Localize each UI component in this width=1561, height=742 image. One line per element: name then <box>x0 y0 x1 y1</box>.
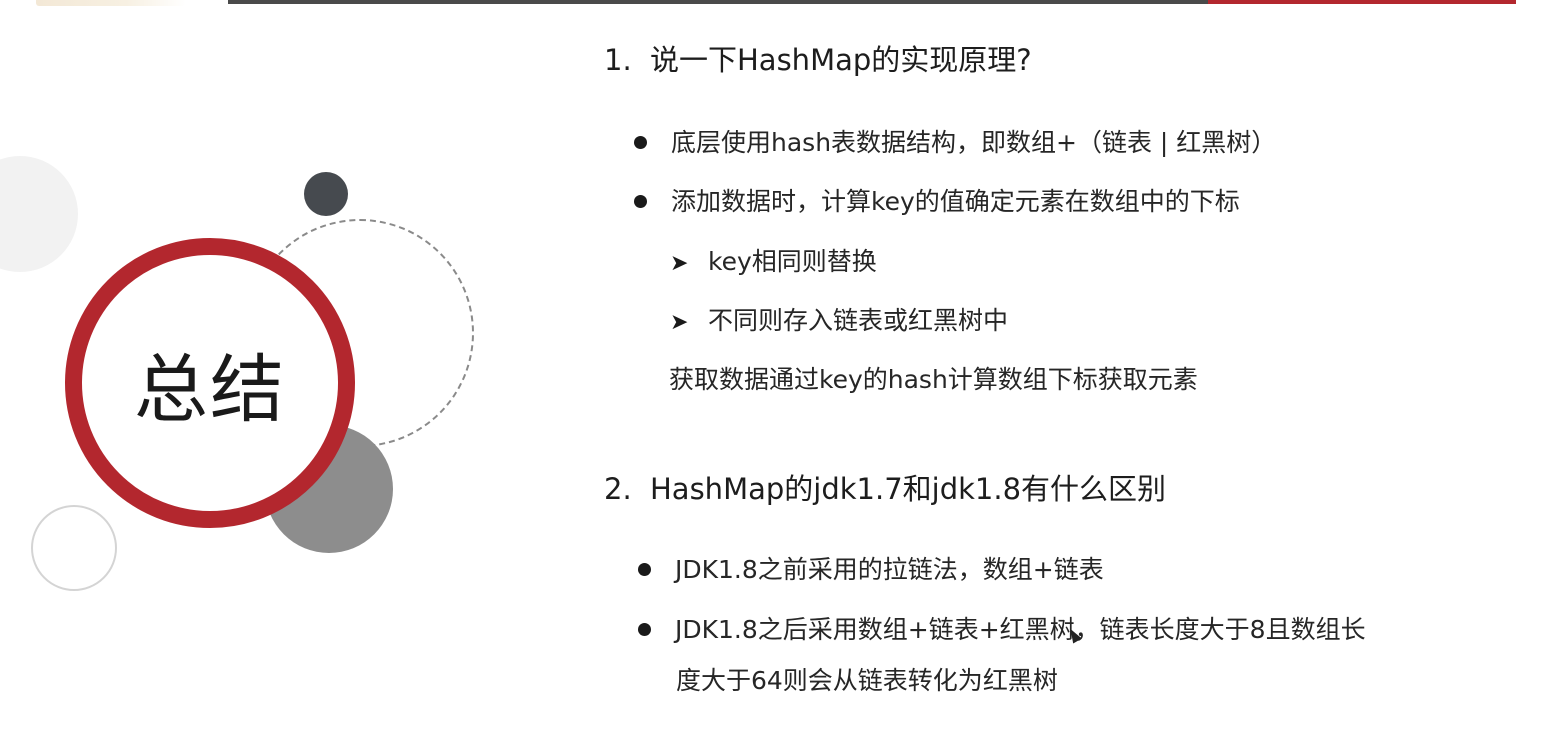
q1-bullet-1-text: 底层使用hash表数据结构，即数组+（链表 | 红黑树） <box>671 128 1277 157</box>
q1-bullet-2: 添加数据时，计算key的值确定元素在数组中的下标 <box>634 189 1240 214</box>
arrowhead-icon: ➤ <box>670 251 689 276</box>
header-divider <box>228 0 1208 4</box>
q2-bullet-1-text: JDK1.8之前采用的拉链法，数组+链表 <box>675 555 1104 584</box>
logo-fragment <box>36 0 186 6</box>
question-1-title: 说一下HashMap的实现原理? <box>650 43 1032 77</box>
q2-bullet-2-text: JDK1.8之后采用数组+链表+红黑树，链表长度大于8且数组长 <box>675 615 1366 644</box>
arrowhead-icon: ➤ <box>670 310 689 335</box>
q1-bullet-1: 底层使用hash表数据结构，即数组+（链表 | 红黑树） <box>634 130 1276 155</box>
decor-circle-dark-dot <box>304 172 348 216</box>
q1-note: 获取数据通过key的hash计算数组下标获取元素 <box>669 365 1198 394</box>
question-1-heading: 1. 说一下HashMap的实现原理? <box>604 37 1032 79</box>
q1-sub-item-1: ➤ key相同则替换 <box>670 249 877 275</box>
q1-sub-item-2-text: 不同则存入链表或红黑树中 <box>708 306 1009 335</box>
question-2-number: 2. <box>604 472 632 506</box>
q1-bullet-2-text: 添加数据时，计算key的值确定元素在数组中的下标 <box>671 187 1240 216</box>
q2-bullet-2: JDK1.8之后采用数组+链表+红黑树，链表长度大于8且数组长 <box>638 617 1366 642</box>
header-divider-accent <box>1208 0 1516 4</box>
summary-badge: 总结 <box>65 238 355 528</box>
decor-circle-outline <box>31 505 117 591</box>
q2-bullet-1: JDK1.8之前采用的拉链法，数组+链表 <box>638 557 1104 582</box>
summary-title: 总结 <box>134 346 286 433</box>
q1-sub-item-1-text: key相同则替换 <box>708 247 877 276</box>
bullet-icon <box>634 135 647 149</box>
bullet-icon <box>638 622 651 636</box>
bullet-icon <box>634 194 647 208</box>
q1-sub-item-2: ➤ 不同则存入链表或红黑树中 <box>670 308 1008 334</box>
q2-bullet-2-continuation: 度大于64则会从链表转化为红黑树 <box>676 666 1058 695</box>
question-2-title: HashMap的jdk1.7和jdk1.8有什么区别 <box>650 472 1167 506</box>
question-1-number: 1. <box>604 43 632 77</box>
decor-circle-pale <box>0 156 78 272</box>
bullet-icon <box>638 562 651 576</box>
question-2-heading: 2. HashMap的jdk1.7和jdk1.8有什么区别 <box>604 466 1166 508</box>
